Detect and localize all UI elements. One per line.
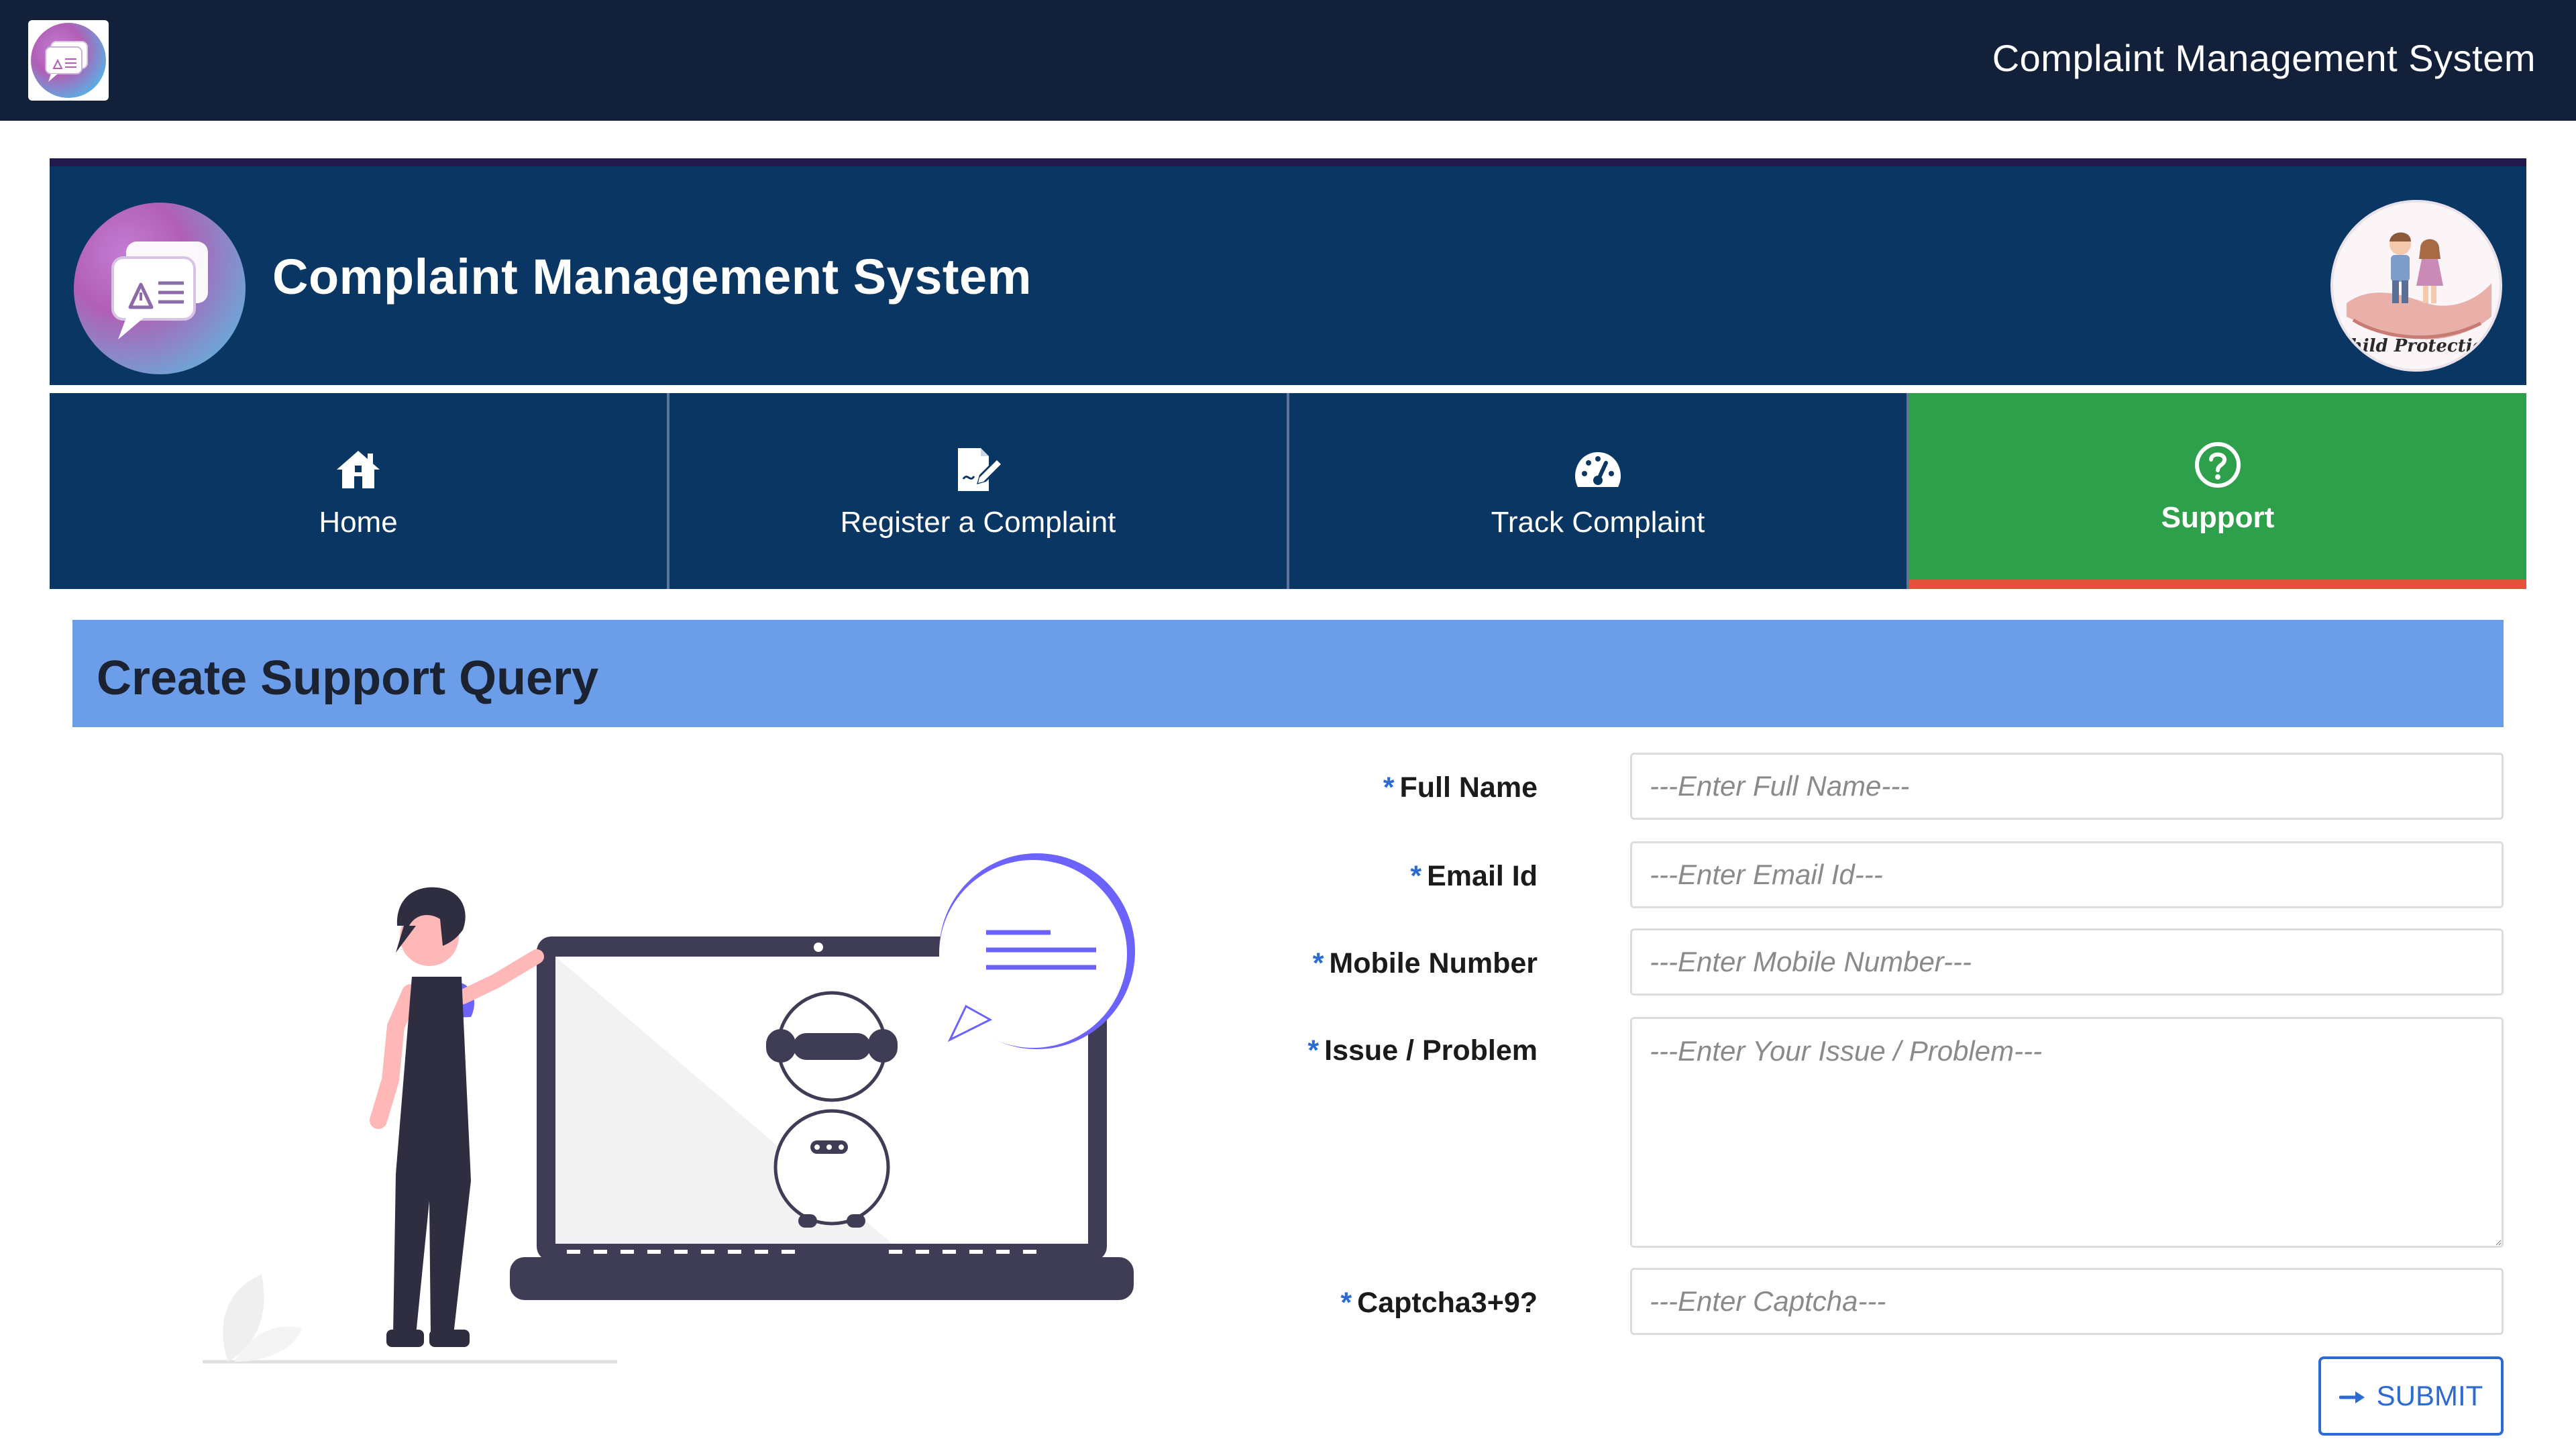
edit-document-icon	[951, 443, 1005, 496]
section-header: Create Support Query	[72, 620, 2504, 727]
mobile-label: * Mobile Number	[1312, 947, 1538, 979]
support-illustration	[195, 825, 1161, 1368]
nav-item-home[interactable]: Home	[50, 393, 669, 589]
required-marker: *	[1307, 1034, 1320, 1067]
top-app-title: Complaint Management System	[1992, 37, 2536, 79]
home-icon	[331, 443, 385, 496]
required-marker: *	[1410, 860, 1422, 892]
main-nav: Home Register a Complaint Track Complain…	[50, 393, 2526, 589]
nav-item-register-complaint[interactable]: Register a Complaint	[669, 393, 1289, 589]
email-input[interactable]	[1630, 841, 2504, 908]
header-banner: Complaint Management System Child Protec…	[50, 158, 2526, 385]
nav-label-home: Home	[319, 506, 398, 539]
submit-label: SUBMIT	[2376, 1380, 2483, 1411]
submit-button[interactable]: SUBMIT	[2318, 1356, 2504, 1436]
nav-item-track-complaint[interactable]: Track Complaint	[1289, 393, 1909, 589]
complaint-chat-icon	[74, 203, 246, 374]
required-marker: *	[1312, 947, 1324, 979]
mobile-input[interactable]	[1630, 928, 2504, 996]
child-protection-badge: Child Protection	[2330, 200, 2502, 372]
top-app-bar: Complaint Management System	[0, 0, 2576, 121]
nav-item-support[interactable]: Support	[1909, 393, 2526, 589]
page-title: Create Support Query	[97, 651, 599, 705]
captcha-input[interactable]	[1630, 1268, 2504, 1335]
nav-label-support: Support	[2161, 501, 2275, 534]
full-name-input[interactable]	[1630, 753, 2504, 820]
email-label: * Email Id	[1410, 860, 1538, 892]
question-circle-icon	[2191, 438, 2245, 492]
issue-textarea[interactable]	[1630, 1017, 2504, 1248]
svg-text:Child Protection: Child Protection	[2336, 336, 2497, 356]
arrow-right-icon	[2339, 1380, 2367, 1412]
captcha-label: * Captcha3+9?	[1340, 1287, 1538, 1319]
nav-label-track-complaint: Track Complaint	[1491, 506, 1705, 539]
banner-title: Complaint Management System	[272, 249, 1032, 305]
app-logo-icon[interactable]	[28, 20, 109, 101]
full-name-label: * Full Name	[1383, 771, 1538, 804]
nav-label-register-complaint: Register a Complaint	[840, 506, 1116, 539]
issue-label: * Issue / Problem	[1307, 1034, 1538, 1067]
required-marker: *	[1383, 771, 1395, 804]
required-marker: *	[1340, 1287, 1352, 1319]
gauge-icon	[1571, 443, 1625, 496]
